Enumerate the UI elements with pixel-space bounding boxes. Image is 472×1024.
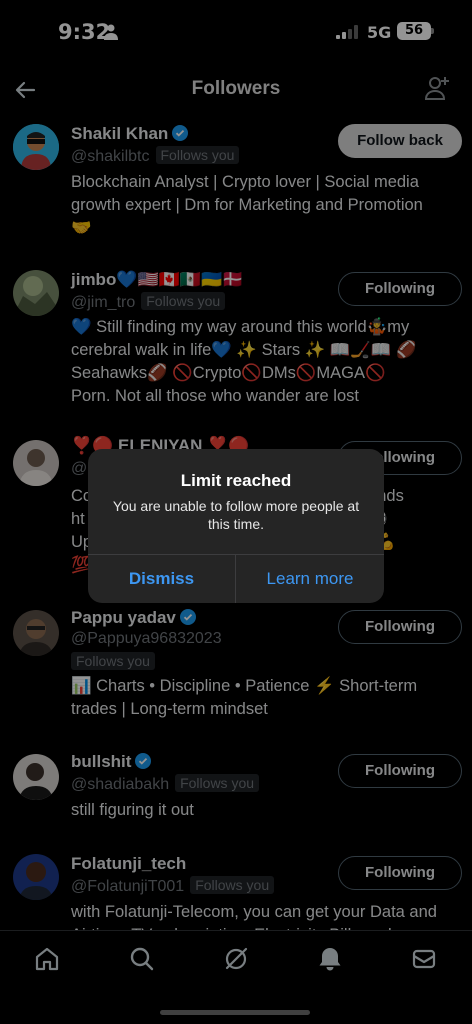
dialog-message: You are unable to follow more people at … (112, 498, 360, 532)
learn-more-button[interactable]: Learn more (236, 555, 384, 603)
dialog-title: Limit reached (180, 471, 292, 490)
limit-reached-dialog: Limit reached You are unable to follow m… (88, 449, 384, 603)
dismiss-button[interactable]: Dismiss (88, 555, 235, 603)
